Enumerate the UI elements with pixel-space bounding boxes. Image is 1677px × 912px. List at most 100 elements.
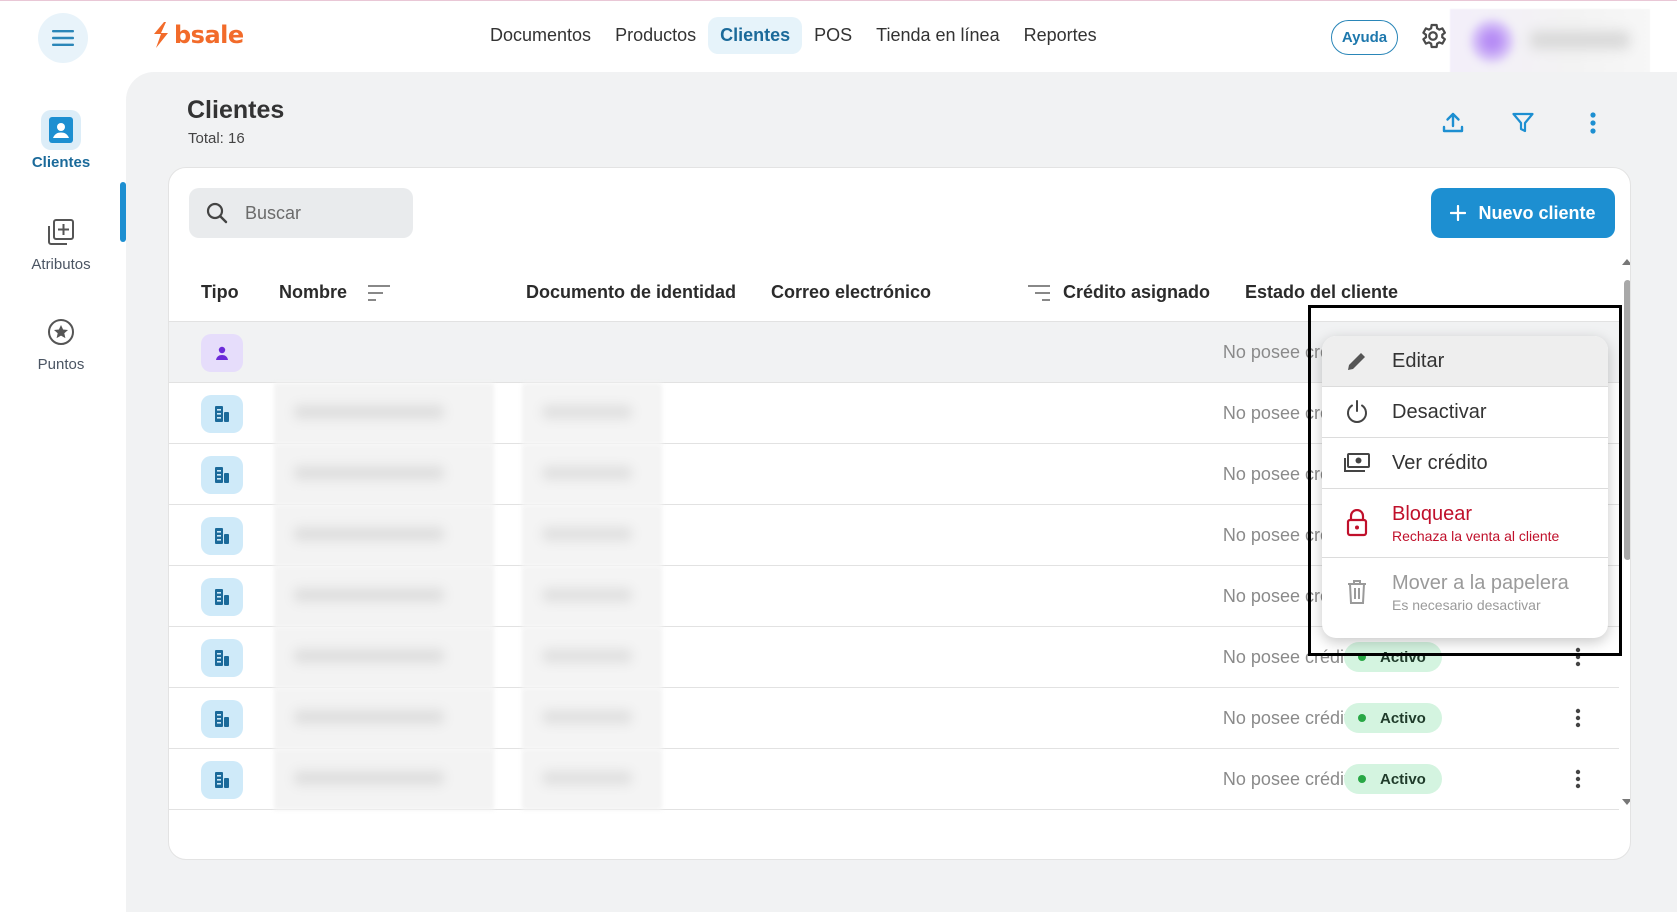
avatar xyxy=(1470,19,1514,63)
client-document-redacted xyxy=(522,505,662,566)
page-title: Clientes xyxy=(187,96,285,124)
sidebar: Clientes Atributos Puntos xyxy=(0,72,126,912)
menu-item-label: Desactivar xyxy=(1392,400,1487,423)
status-label: Activo xyxy=(1380,709,1426,727)
table-scrollbar[interactable] xyxy=(1621,258,1630,808)
pencil-icon xyxy=(1342,346,1372,376)
menu-item-label: Mover a la papelera xyxy=(1392,571,1569,594)
more-vertical-icon xyxy=(1575,708,1581,728)
client-document-redacted xyxy=(522,749,662,810)
client-name-redacted xyxy=(274,444,494,505)
status-dot xyxy=(1358,714,1366,722)
building-icon xyxy=(215,711,229,727)
search-box[interactable] xyxy=(189,188,413,238)
row-options-button[interactable] xyxy=(1564,765,1592,793)
nav-tienda-en-linea[interactable]: Tienda en línea xyxy=(864,17,1011,54)
money-icon xyxy=(1342,448,1372,478)
bsale-logo-icon xyxy=(154,22,168,48)
client-document-redacted xyxy=(522,566,662,627)
company-type-badge xyxy=(201,456,243,494)
column-header-estado: Estado del cliente xyxy=(1245,282,1399,302)
sort-icon xyxy=(368,284,391,301)
client-document-redacted xyxy=(522,627,662,688)
more-options-button[interactable] xyxy=(1578,108,1608,138)
sidebar-item-atributos[interactable]: Atributos xyxy=(0,212,122,273)
menu-item-bloquear[interactable]: Bloquear Rechaza la venta al cliente xyxy=(1322,489,1608,557)
sidebar-item-puntos[interactable]: Puntos xyxy=(0,312,122,373)
column-header-nombre[interactable]: Nombre xyxy=(279,282,391,303)
user-profile[interactable] xyxy=(1450,9,1650,81)
menu-item-label: Ver crédito xyxy=(1392,451,1488,474)
status-badge: Activo xyxy=(1344,703,1442,733)
top-bar: bsale Documentos Productos Clientes POS … xyxy=(0,0,1677,81)
sidebar-item-label: Clientes xyxy=(31,154,91,171)
scroll-down-arrow-icon xyxy=(1622,799,1630,805)
column-header-credito[interactable]: Crédito asignado xyxy=(1027,282,1210,303)
client-document-redacted xyxy=(522,688,662,749)
building-icon xyxy=(215,528,229,544)
person-type-badge xyxy=(201,334,243,372)
row-context-menu: Editar Desactivar Ver crédito Bloquear R… xyxy=(1322,336,1608,638)
menu-item-label: Bloquear xyxy=(1392,502,1473,525)
main-nav: Documentos Productos Clientes POS Tienda… xyxy=(478,17,1109,54)
company-type-badge xyxy=(201,761,243,799)
client-name-redacted xyxy=(274,383,494,444)
nav-reportes[interactable]: Reportes xyxy=(1012,17,1109,54)
client-name-redacted xyxy=(274,505,494,566)
settings-button[interactable] xyxy=(1418,21,1448,51)
column-header-label: Crédito asignado xyxy=(1063,282,1211,302)
user-name-redacted xyxy=(1530,31,1630,49)
new-client-label: Nuevo cliente xyxy=(1478,202,1596,223)
more-vertical-icon xyxy=(1575,769,1581,789)
client-name-redacted xyxy=(274,688,494,749)
scroll-up-arrow-icon xyxy=(1622,259,1630,265)
menu-item-desactivar[interactable]: Desactivar xyxy=(1322,387,1608,437)
status-label: Activo xyxy=(1380,770,1426,788)
menu-item-editar[interactable]: Editar xyxy=(1322,336,1608,386)
column-header-tipo: Tipo xyxy=(201,282,239,302)
building-icon xyxy=(215,772,229,788)
sidebar-item-clientes[interactable]: Clientes xyxy=(0,110,122,171)
building-icon xyxy=(215,467,229,483)
export-button[interactable] xyxy=(1438,108,1468,138)
trash-icon xyxy=(1342,577,1372,607)
client-name-redacted xyxy=(274,627,494,688)
building-icon xyxy=(215,406,229,422)
status-dot xyxy=(1358,775,1366,783)
brand-name: bsale xyxy=(174,21,244,49)
filter-icon xyxy=(1512,112,1534,133)
status-badge: Activo xyxy=(1344,764,1442,794)
menu-item-label: Editar xyxy=(1392,349,1445,372)
help-button[interactable]: Ayuda xyxy=(1331,20,1398,55)
hamburger-menu-button[interactable] xyxy=(38,13,88,63)
nav-clientes[interactable]: Clientes xyxy=(708,17,803,54)
nav-productos[interactable]: Productos xyxy=(603,17,708,54)
nav-pos[interactable]: POS xyxy=(802,17,864,54)
menu-item-mover-papelera[interactable]: Mover a la papelera Es necesario desacti… xyxy=(1322,558,1608,626)
company-type-badge xyxy=(201,578,243,616)
lock-icon xyxy=(1342,508,1372,538)
brand-logo[interactable]: bsale xyxy=(152,21,244,49)
client-document-redacted xyxy=(522,383,662,444)
new-client-button[interactable]: Nuevo cliente xyxy=(1431,188,1615,238)
upload-icon xyxy=(1442,112,1464,133)
scrollbar-thumb[interactable] xyxy=(1624,280,1630,560)
search-input[interactable] xyxy=(245,202,385,224)
menu-item-ver-credito[interactable]: Ver crédito xyxy=(1322,438,1608,488)
table-row[interactable]: No posee crédito Activo xyxy=(169,688,1619,749)
search-icon xyxy=(206,202,228,224)
client-document-redacted xyxy=(522,444,662,505)
filter-button[interactable] xyxy=(1508,108,1538,138)
menu-item-sublabel: Rechaza la venta al cliente xyxy=(1392,527,1560,544)
column-header-label: Nombre xyxy=(279,282,348,302)
add-box-icon xyxy=(41,212,81,252)
star-circle-icon xyxy=(41,312,81,352)
power-icon xyxy=(1342,397,1372,427)
nav-documentos[interactable]: Documentos xyxy=(478,17,603,54)
sidebar-item-label: Puntos xyxy=(37,356,85,373)
table-row[interactable]: No posee crédito Activo xyxy=(169,749,1619,810)
row-options-button[interactable] xyxy=(1564,704,1592,732)
column-header-documento: Documento de identidad xyxy=(526,282,737,302)
sidebar-item-label: Atributos xyxy=(31,256,91,273)
page-total: Total: 16 xyxy=(188,130,245,147)
